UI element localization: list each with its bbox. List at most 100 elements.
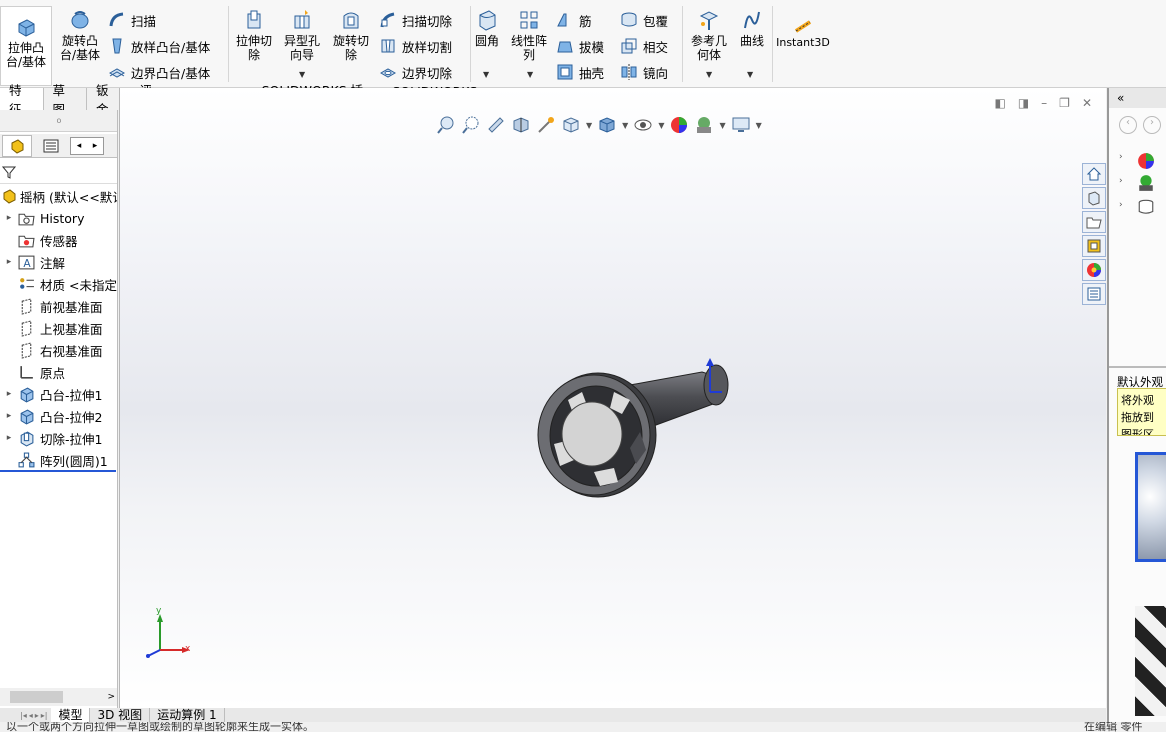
mirror-button[interactable]: 镜向 — [620, 62, 668, 82]
bottom-tab[interactable]: 模型 — [51, 708, 91, 722]
tree-expand-arrow-icon[interactable]: ▸ — [0, 389, 18, 399]
command-tab[interactable]: 草图 — [43, 83, 88, 117]
hide-show-dropdown-icon[interactable]: ▼ — [658, 121, 664, 130]
tree-item[interactable]: 阵列(圆周)1 — [0, 450, 108, 470]
solidworks-resources-tab[interactable] — [1082, 163, 1106, 185]
prev-tab-icon[interactable]: ◂ — [29, 711, 33, 720]
graphics-area[interactable]: ◧ ◨ – ❐ ✕ ▼ ▼ ▼ ▼ ▼ y x — [119, 88, 1106, 708]
command-tab[interactable]: 特征 — [0, 83, 44, 117]
appearances-tab[interactable] — [1082, 259, 1106, 281]
filter-bar[interactable] — [0, 160, 117, 184]
bottom-tab[interactable]: 3D 视图 — [90, 708, 151, 722]
section-view-icon[interactable] — [511, 115, 531, 135]
tile-right-icon[interactable]: ◨ — [1018, 96, 1029, 110]
decals-icon[interactable] — [1137, 198, 1155, 216]
panel-tab-scroll[interactable]: ◂ ▸ — [70, 136, 104, 155]
tree-item[interactable]: 原点 — [0, 362, 65, 382]
tree-root-part[interactable]: 摇柄 (默认<<默认 — [0, 186, 117, 206]
zoom-to-fit-icon[interactable] — [436, 115, 456, 135]
tree-item[interactable]: ▸ 凸台-拉伸2 — [0, 406, 102, 426]
horizontal-scrollbar[interactable]: > — [0, 688, 117, 706]
intersect-button[interactable]: 相交 — [620, 36, 668, 56]
tree-item[interactable]: 材质 <未指定 — [0, 274, 117, 294]
swept-cut-button[interactable]: 扫描切除 — [379, 10, 452, 30]
appearances-tree-expander[interactable]: › — [1119, 152, 1123, 162]
tree-item[interactable]: ▸ A 注解 — [0, 252, 65, 272]
hide-show-items-icon[interactable] — [633, 115, 653, 135]
view-orientation-icon[interactable] — [561, 115, 581, 135]
view-settings-icon[interactable] — [731, 115, 751, 135]
custom-properties-tab[interactable] — [1082, 283, 1106, 305]
rollback-bar[interactable] — [0, 470, 116, 472]
linear-pattern-button[interactable]: 线性阵 列 — [506, 8, 552, 62]
revolve-cut-button[interactable]: 旋转切 除 — [328, 8, 374, 62]
apply-scene-dropdown-icon[interactable]: ▼ — [719, 121, 725, 130]
tree-item[interactable]: ▸ History — [0, 208, 85, 228]
view-orientation-dropdown-icon[interactable]: ▼ — [586, 121, 592, 130]
minimize-icon[interactable]: – — [1041, 96, 1047, 110]
lofted-cut-button[interactable]: 放样切割 — [379, 36, 452, 56]
fillet-button[interactable]: 圆角 — [472, 8, 502, 48]
decals-tree-expander[interactable]: › — [1119, 200, 1123, 210]
rib-button[interactable]: 筋 — [556, 10, 592, 30]
property-manager-tab[interactable] — [36, 135, 66, 157]
back-icon[interactable]: ‹ — [1119, 116, 1137, 134]
zoom-to-area-icon[interactable] — [461, 115, 481, 135]
tree-expand-arrow-icon[interactable]: ▸ — [0, 213, 18, 223]
next-tab-icon[interactable]: ▸ — [35, 711, 39, 720]
previous-view-icon[interactable] — [486, 115, 506, 135]
edit-appearance-icon[interactable] — [669, 115, 689, 135]
fillet-dropdown-icon[interactable]: ▼ — [483, 70, 489, 79]
boundary-cut-button[interactable]: 边界切除 — [379, 62, 452, 82]
tree-item[interactable]: ▸ 切除-拉伸1 — [0, 428, 102, 448]
last-tab-icon[interactable]: ▸| — [41, 711, 48, 720]
apply-scene-icon[interactable] — [694, 115, 714, 135]
scrollbar-thumb[interactable] — [10, 691, 63, 703]
tree-expand-arrow-icon[interactable]: ▸ — [0, 411, 18, 421]
scenes-tree-expander[interactable]: › — [1119, 176, 1123, 186]
dynamic-annotation-icon[interactable] — [536, 115, 556, 135]
appearance-swatch-selected[interactable] — [1135, 452, 1166, 562]
curves-dropdown-icon[interactable]: ▼ — [747, 70, 753, 79]
display-style-dropdown-icon[interactable]: ▼ — [622, 121, 628, 130]
shell-button[interactable]: 抽壳 — [556, 62, 604, 82]
close-icon[interactable]: ✕ — [1082, 96, 1092, 110]
extrude-cut-button[interactable]: 拉伸切 除 — [232, 8, 276, 62]
display-style-icon[interactable] — [597, 115, 617, 135]
file-explorer-tab[interactable] — [1082, 211, 1106, 233]
scroll-right-icon[interactable]: > — [107, 692, 115, 702]
instant3d-button[interactable]: Instant3D — [776, 18, 830, 50]
linear-pattern-dropdown-icon[interactable]: ▼ — [527, 70, 533, 79]
view-settings-dropdown-icon[interactable]: ▼ — [756, 121, 762, 130]
panel-splitter-handle[interactable]: o — [0, 110, 117, 132]
scenes-icon[interactable] — [1137, 174, 1155, 192]
forward-icon[interactable]: › — [1143, 116, 1161, 134]
tree-item[interactable]: 上视基准面 — [0, 318, 103, 338]
revolve-boss-button[interactable]: 旋转凸 台/基体 — [56, 8, 104, 62]
extrude-boss-button[interactable]: 拉伸凸 台/基体 — [0, 6, 52, 86]
design-library-tab[interactable] — [1082, 187, 1106, 209]
first-tab-icon[interactable]: |◂ — [20, 711, 27, 720]
feature-manager-tab[interactable] — [2, 134, 32, 157]
appearances-icon[interactable] — [1137, 152, 1155, 170]
sweep-button[interactable]: 扫描 — [108, 10, 156, 30]
wrap-button[interactable]: 包覆 — [620, 10, 668, 30]
restore-icon[interactable]: ❐ — [1059, 96, 1070, 110]
reference-geometry-dropdown-icon[interactable]: ▼ — [706, 70, 712, 79]
tree-item[interactable]: ▸ 凸台-拉伸1 — [0, 384, 102, 404]
tree-item[interactable]: 右视基准面 — [0, 340, 103, 360]
boundary-boss-button[interactable]: 边界凸台/基体 — [108, 62, 210, 82]
tab-scroll-left-icon[interactable]: ◂ — [77, 141, 82, 151]
tree-item[interactable]: 前视基准面 — [0, 296, 103, 316]
hole-wizard-dropdown-icon[interactable]: ▼ — [299, 70, 305, 79]
tree-expand-arrow-icon[interactable]: ▸ — [0, 257, 18, 267]
tree-expand-arrow-icon[interactable]: ▸ — [0, 433, 18, 443]
bottom-tab[interactable]: 运动算例 1 — [150, 708, 225, 722]
tree-item[interactable]: 传感器 — [0, 230, 78, 250]
reference-geometry-button[interactable]: 参考几 何体 — [686, 8, 732, 62]
curves-button[interactable]: 曲线 — [736, 8, 768, 48]
loft-button[interactable]: 放样凸台/基体 — [108, 36, 210, 56]
view-palette-tab[interactable] — [1082, 235, 1106, 257]
tab-scroll-right-icon[interactable]: ▸ — [93, 141, 98, 151]
hole-wizard-button[interactable]: 异型孔 向导 — [280, 8, 324, 62]
